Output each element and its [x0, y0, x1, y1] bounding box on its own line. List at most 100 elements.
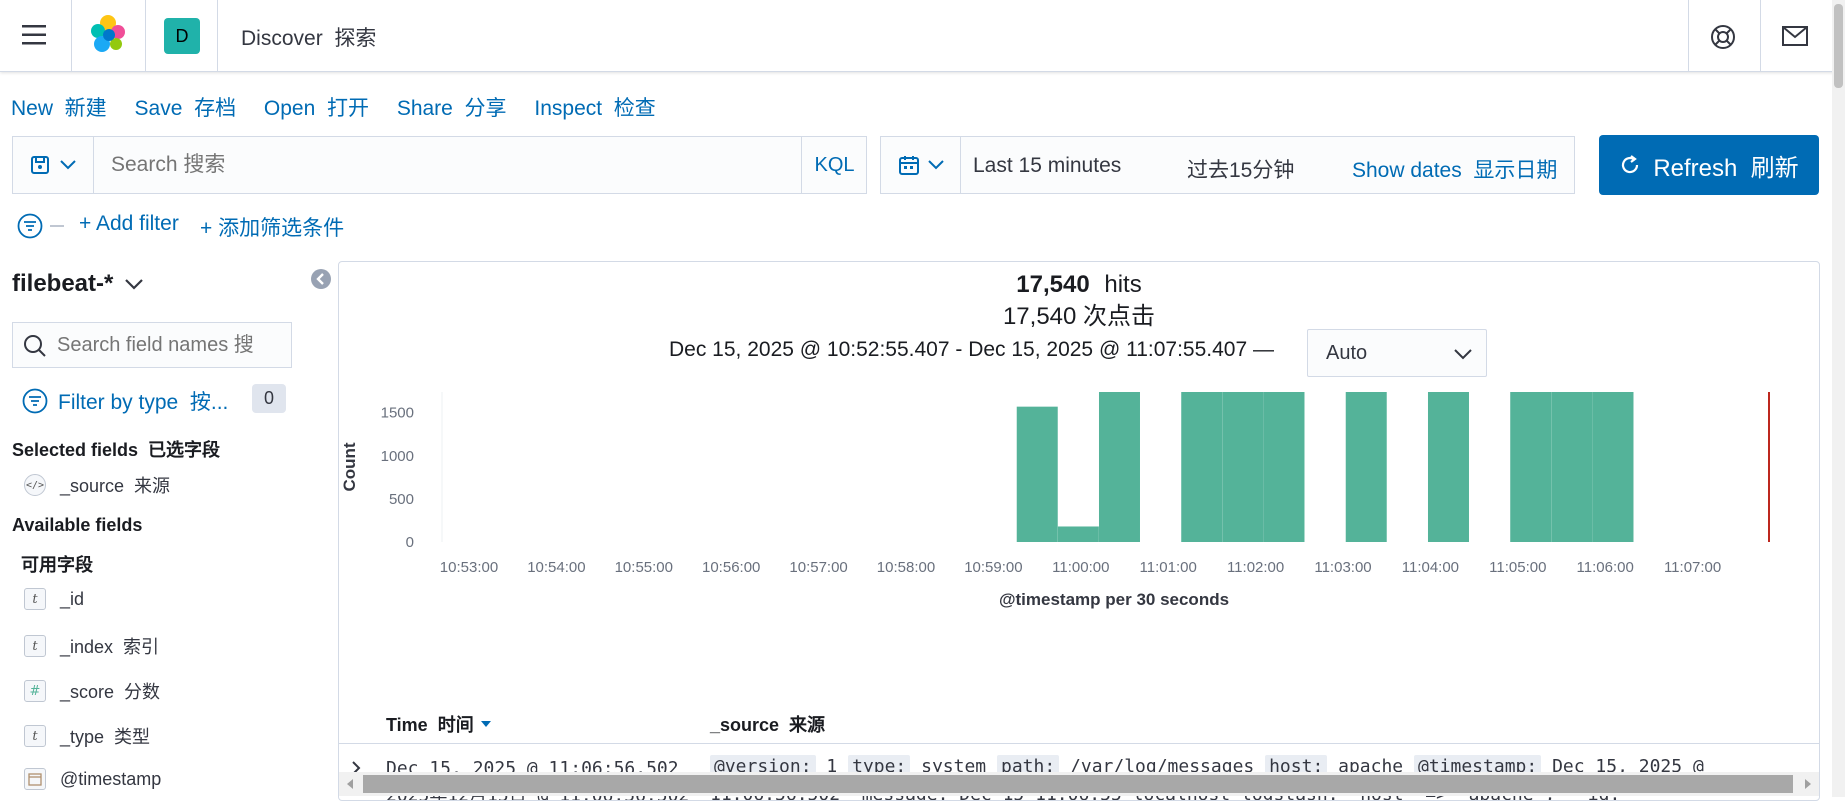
scrollbar-thumb[interactable]	[1834, 4, 1843, 88]
field-name: _type 类型	[60, 727, 151, 747]
date-token-icon	[24, 768, 46, 790]
scroll-left-icon[interactable]	[346, 778, 354, 790]
inspect-button[interactable]: Inspect 检查	[534, 97, 655, 120]
quick-menu-button[interactable]	[881, 137, 961, 193]
refresh-label: Refresh 刷新	[1653, 154, 1799, 182]
x-tick-label: 10:58:00	[877, 559, 935, 576]
number-token-icon: #	[24, 680, 46, 702]
source-column-header: _source 来源	[710, 715, 826, 735]
index-pattern-label: filebeat-*	[12, 270, 114, 297]
string-token-icon: t	[24, 725, 46, 747]
filter-by-type-button[interactable]: Filter by type 按...	[22, 386, 228, 416]
field-name: @timestamp	[60, 768, 162, 789]
x-tick-label: 11:07:00	[1664, 559, 1721, 576]
filter-icon	[22, 388, 48, 414]
x-tick-label: 10:54:00	[527, 559, 585, 576]
add-filter-button-zh[interactable]: + 添加筛选条件	[200, 212, 344, 242]
x-tick-label: 10:59:00	[964, 559, 1022, 576]
chevron-down-icon	[1454, 349, 1472, 360]
scroll-right-icon[interactable]	[1804, 778, 1812, 790]
field-name: _id	[60, 588, 85, 609]
space-avatar[interactable]: D	[164, 18, 200, 54]
field-item-type[interactable]: t _type 类型	[24, 723, 150, 749]
string-token-icon: t	[24, 588, 46, 610]
field-name: _index 索引	[60, 637, 160, 657]
time-column-header[interactable]: Time 时间	[386, 711, 492, 737]
help-icon[interactable]	[1710, 24, 1736, 50]
field-name: _score 分数	[60, 682, 161, 702]
x-tick-label: 11:04:00	[1402, 559, 1459, 576]
scrollbar-thumb[interactable]	[363, 775, 1793, 793]
sort-down-icon	[480, 721, 491, 727]
time-picker: Last 15 minutes 过去15分钟 Show dates 显示日期	[880, 136, 1575, 194]
histogram-bar	[1181, 392, 1223, 542]
source-token-icon: </>	[24, 474, 46, 496]
x-tick-label: 11:06:00	[1577, 559, 1634, 576]
time-range-text[interactable]: Last 15 minutes	[973, 154, 1121, 178]
x-tick-label: 11:00:00	[1052, 559, 1109, 576]
field-name: _source 来源	[60, 476, 171, 496]
y-tick-label: 1000	[381, 448, 414, 465]
search-icon	[24, 335, 46, 357]
x-tick-label: 11:05:00	[1489, 559, 1546, 576]
histogram-bar	[1098, 392, 1140, 542]
open-button[interactable]: Open 打开	[264, 97, 369, 120]
time-range-text-zh[interactable]: 过去15分钟	[1187, 154, 1294, 184]
show-dates-button[interactable]: Show dates 显示日期	[1352, 154, 1557, 184]
mail-icon[interactable]	[1782, 26, 1808, 46]
histogram-bar	[1510, 392, 1552, 542]
field-item-id[interactable]: t _id	[24, 588, 84, 610]
histogram-bar	[1222, 392, 1264, 542]
share-button[interactable]: Share 分享	[397, 97, 507, 120]
field-item-index[interactable]: t _index 索引	[24, 633, 159, 659]
add-filter-button[interactable]: + Add filter	[79, 212, 179, 236]
field-item-source[interactable]: </> _source 来源	[24, 472, 170, 498]
refresh-button[interactable]: Refresh 刷新	[1599, 135, 1819, 195]
chevron-down-icon	[125, 278, 144, 290]
save-button[interactable]: Save 存档	[135, 97, 237, 120]
top-nav-menu: New 新建 Save 存档 Open 打开 Share 分享 Inspect …	[11, 92, 678, 122]
x-tick-label: 11:01:00	[1140, 559, 1197, 576]
hits-summary: 17,540 hits	[339, 271, 1819, 299]
interval-select[interactable]: Auto	[1307, 329, 1487, 377]
calendar-icon	[898, 156, 919, 175]
available-fields-heading: Available fields	[12, 515, 143, 535]
page-title: Discover 探索	[241, 27, 377, 50]
filter-by-type-label: Filter by type 按...	[58, 391, 229, 414]
query-bar: KQL	[12, 136, 867, 194]
kql-toggle-button[interactable]: KQL	[801, 137, 867, 193]
histogram-chart[interactable]: 0 500 1000 1500 Count 10:53:00 10:54:00 10:55:0…	[339, 392, 1819, 612]
y-tick-label: 500	[389, 491, 414, 508]
histogram-bar	[1551, 392, 1593, 542]
x-tick-label: 11:03:00	[1314, 559, 1371, 576]
field-item-timestamp[interactable]: @timestamp	[24, 768, 161, 790]
histogram-bar	[1016, 406, 1058, 542]
filter-count-badge: 0	[252, 384, 286, 413]
histogram-bar	[1345, 392, 1387, 542]
index-pattern-selector[interactable]: filebeat-*	[12, 270, 144, 298]
hamburger-menu-icon[interactable]	[22, 24, 48, 46]
horizontal-scrollbar[interactable]	[339, 772, 1819, 796]
x-tick-label: 10:53:00	[440, 559, 498, 576]
vertical-scrollbar[interactable]	[1832, 0, 1845, 797]
field-search-input[interactable]	[57, 325, 289, 365]
x-tick-label: 10:56:00	[702, 559, 760, 576]
time-range-label: Dec 15, 2025 @ 10:52:55.407 - Dec 15, 20…	[669, 338, 1274, 361]
histogram-bar	[1592, 392, 1634, 542]
filter-menu-icon[interactable]	[17, 213, 43, 239]
filter-divider	[50, 225, 64, 227]
field-item-score[interactable]: # _score 分数	[24, 678, 160, 704]
x-axis-label: @timestamp per 30 seconds	[999, 590, 1229, 609]
y-axis-label: Count	[340, 442, 359, 491]
elastic-logo-icon[interactable]	[88, 14, 128, 54]
search-input[interactable]	[95, 139, 795, 191]
string-token-icon: t	[24, 635, 46, 657]
new-button[interactable]: New 新建	[11, 97, 107, 120]
saved-query-button[interactable]	[13, 137, 94, 193]
y-tick-label: 0	[406, 534, 414, 551]
x-tick-label: 11:02:00	[1227, 559, 1284, 576]
histogram-bar	[1427, 392, 1469, 542]
x-tick-label: 10:57:00	[789, 559, 847, 576]
chevron-down-icon	[927, 160, 944, 170]
collapse-sidebar-icon[interactable]	[310, 268, 332, 290]
